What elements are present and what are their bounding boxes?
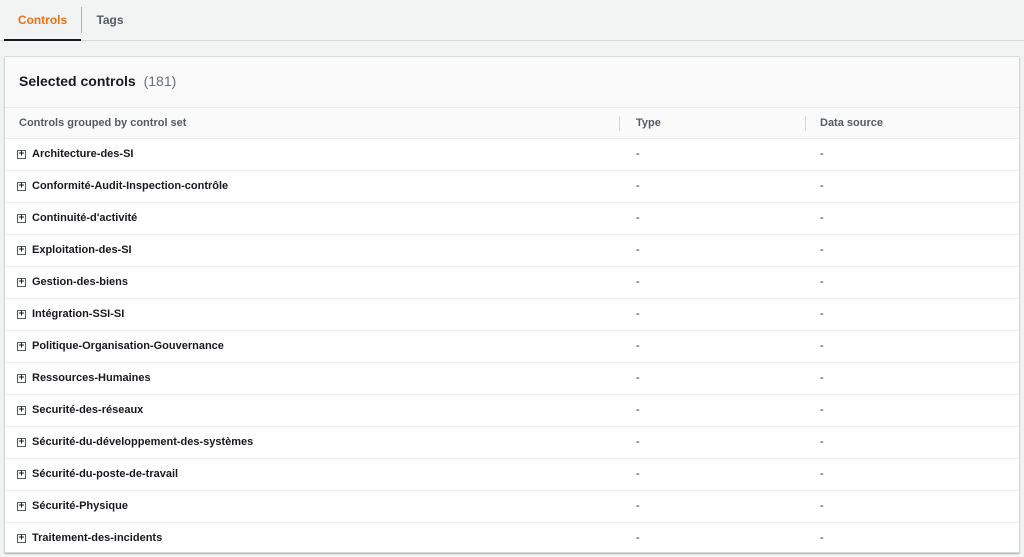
control-set-name[interactable]: Conformité-Audit-Inspection-contrôle [32, 171, 228, 202]
control-set-name[interactable]: Gestion-des-biens [32, 267, 128, 298]
data-source-cell: - [820, 340, 824, 352]
table-row: + Conformité-Audit-Inspection-contrôle - - [5, 171, 1019, 203]
column-divider [805, 116, 806, 131]
control-set-name[interactable]: Sécurité-du-poste-de-travail [32, 459, 178, 490]
control-set-name[interactable]: Ressources-Humaines [32, 363, 151, 394]
data-source-cell: - [820, 500, 824, 512]
data-source-cell: - [820, 436, 824, 448]
control-set-name[interactable]: Continuité-d'activité [32, 203, 137, 234]
expand-plus-icon[interactable]: + [17, 406, 26, 415]
control-set-name[interactable]: Sécurité-du-développement-des-systèmes [32, 427, 253, 458]
tab-bar: Controls Tags [0, 0, 1024, 41]
control-type-cell: - [636, 372, 640, 384]
control-type-cell: - [636, 500, 640, 512]
expand-plus-icon[interactable]: + [17, 342, 26, 351]
expand-plus-icon[interactable]: + [17, 438, 26, 447]
column-header-data-source: Data source [820, 117, 883, 129]
table-row: + Gestion-des-biens - - [5, 267, 1019, 299]
data-source-cell: - [820, 532, 824, 544]
expand-plus-icon[interactable]: + [17, 150, 26, 159]
control-type-cell: - [636, 244, 640, 256]
control-set-name[interactable]: Exploitation-des-SI [32, 235, 132, 266]
column-header-type: Type [636, 117, 661, 129]
tab-tags[interactable]: Tags [82, 0, 138, 41]
control-type-cell: - [636, 404, 640, 416]
table-row: + Continuité-d'activité - - [5, 203, 1019, 235]
table-row: + Intégration-SSI-SI - - [5, 299, 1019, 331]
data-source-cell: - [820, 468, 824, 480]
expand-plus-icon[interactable]: + [17, 502, 26, 511]
table-row: + Architecture-des-SI - - [5, 139, 1019, 171]
expand-plus-icon[interactable]: + [17, 310, 26, 319]
control-set-name[interactable]: Securité-des-réseaux [32, 395, 143, 426]
control-type-cell: - [636, 212, 640, 224]
data-source-cell: - [820, 244, 824, 256]
data-source-cell: - [820, 308, 824, 320]
expand-plus-icon[interactable]: + [17, 246, 26, 255]
control-type-cell: - [636, 532, 640, 544]
column-divider [619, 116, 620, 131]
selected-controls-panel: Selected controls (181) Controls grouped… [4, 56, 1020, 553]
control-type-cell: - [636, 308, 640, 320]
table-row: + Sécurité-du-développement-des-systèmes -… [5, 427, 1019, 459]
control-set-name[interactable]: Architecture-des-SI [32, 139, 133, 170]
control-type-cell: - [636, 468, 640, 480]
expand-plus-icon[interactable]: + [17, 214, 26, 223]
expand-plus-icon[interactable]: + [17, 182, 26, 191]
table-row: + Securité-des-réseaux - - [5, 395, 1019, 427]
expand-plus-icon[interactable]: + [17, 374, 26, 383]
expand-plus-icon[interactable]: + [17, 534, 26, 543]
controls-count: (181) [143, 73, 177, 89]
data-source-cell: - [820, 148, 824, 160]
table-row: + Traitement-des-incidents - - [5, 523, 1019, 552]
control-type-cell: - [636, 180, 640, 192]
control-type-cell: - [636, 436, 640, 448]
data-source-cell: - [820, 372, 824, 384]
data-source-cell: - [820, 276, 824, 288]
data-source-cell: - [820, 212, 824, 224]
control-type-cell: - [636, 340, 640, 352]
expand-plus-icon[interactable]: + [17, 278, 26, 287]
column-header-control-set: Controls grouped by control set [19, 117, 187, 129]
table-row: + Ressources-Humaines - - [5, 363, 1019, 395]
table-body: + Architecture-des-SI - - + Conformité-Audit-… [5, 139, 1019, 552]
tab-controls[interactable]: Controls [4, 0, 81, 41]
panel-title: Selected controls [19, 73, 136, 89]
expand-plus-icon[interactable]: + [17, 470, 26, 479]
table-row: + Sécurité-Physique - - [5, 491, 1019, 523]
control-type-cell: - [636, 148, 640, 160]
control-set-name[interactable]: Sécurité-Physique [32, 491, 128, 522]
table-row: + Politique-Organisation-Gouvernance - - [5, 331, 1019, 363]
control-set-name[interactable]: Politique-Organisation-Gouvernance [32, 331, 224, 362]
table-header: Controls grouped by control set Type Dat… [5, 108, 1019, 139]
data-source-cell: - [820, 180, 824, 192]
control-set-name[interactable]: Intégration-SSI-SI [32, 299, 124, 330]
table-row: + Sécurité-du-poste-de-travail - - [5, 459, 1019, 491]
control-type-cell: - [636, 276, 640, 288]
control-set-name[interactable]: Traitement-des-incidents [32, 523, 162, 552]
panel-header: Selected controls (181) [5, 57, 1019, 108]
table-row: + Exploitation-des-SI - - [5, 235, 1019, 267]
data-source-cell: - [820, 404, 824, 416]
